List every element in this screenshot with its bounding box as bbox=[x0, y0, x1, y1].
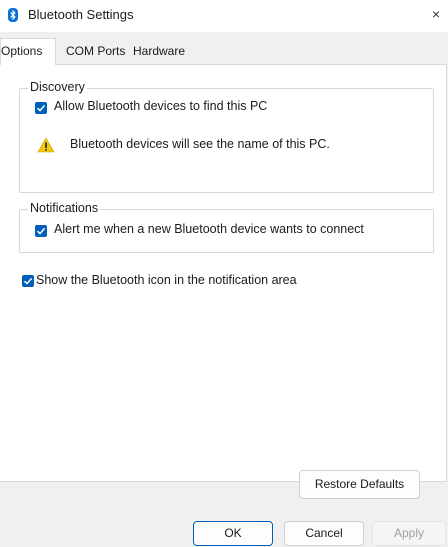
tab-bar: Options COM Ports Hardware bbox=[0, 38, 448, 65]
title-bar: Bluetooth Settings × bbox=[0, 0, 448, 32]
show-bluetooth-icon-label[interactable]: Show the Bluetooth icon in the notificat… bbox=[36, 273, 297, 287]
discovery-group-title: Discovery bbox=[28, 80, 87, 94]
discovery-group: Discovery Allow Bluetooth devices to fin… bbox=[19, 80, 434, 193]
window-title: Bluetooth Settings bbox=[28, 7, 134, 22]
warning-icon bbox=[37, 137, 55, 153]
allow-discovery-checkbox[interactable] bbox=[35, 102, 47, 114]
bluetooth-settings-dialog: Bluetooth Settings × Options COM Ports H… bbox=[0, 0, 448, 547]
apply-button[interactable]: Apply bbox=[372, 521, 446, 546]
tab-options[interactable]: Options bbox=[0, 38, 56, 65]
allow-discovery-label[interactable]: Allow Bluetooth devices to find this PC bbox=[54, 99, 267, 113]
restore-defaults-button[interactable]: Restore Defaults bbox=[299, 470, 420, 499]
alert-new-device-label[interactable]: Alert me when a new Bluetooth device wan… bbox=[54, 222, 364, 236]
alert-new-device-checkbox[interactable] bbox=[35, 225, 47, 237]
discovery-warning-text: Bluetooth devices will see the name of t… bbox=[70, 137, 330, 151]
notifications-group: Notifications Alert me when a new Blueto… bbox=[19, 201, 434, 253]
close-button[interactable]: × bbox=[432, 0, 448, 30]
show-bluetooth-icon-checkbox[interactable] bbox=[22, 275, 34, 287]
tab-com-ports[interactable]: COM Ports bbox=[62, 40, 129, 62]
ok-button[interactable]: OK bbox=[193, 521, 273, 546]
cancel-button[interactable]: Cancel bbox=[284, 521, 364, 546]
options-panel: Discovery Allow Bluetooth devices to fin… bbox=[0, 64, 447, 499]
bluetooth-icon bbox=[8, 8, 18, 22]
notifications-group-title: Notifications bbox=[28, 201, 101, 215]
tab-hardware[interactable]: Hardware bbox=[129, 40, 189, 62]
